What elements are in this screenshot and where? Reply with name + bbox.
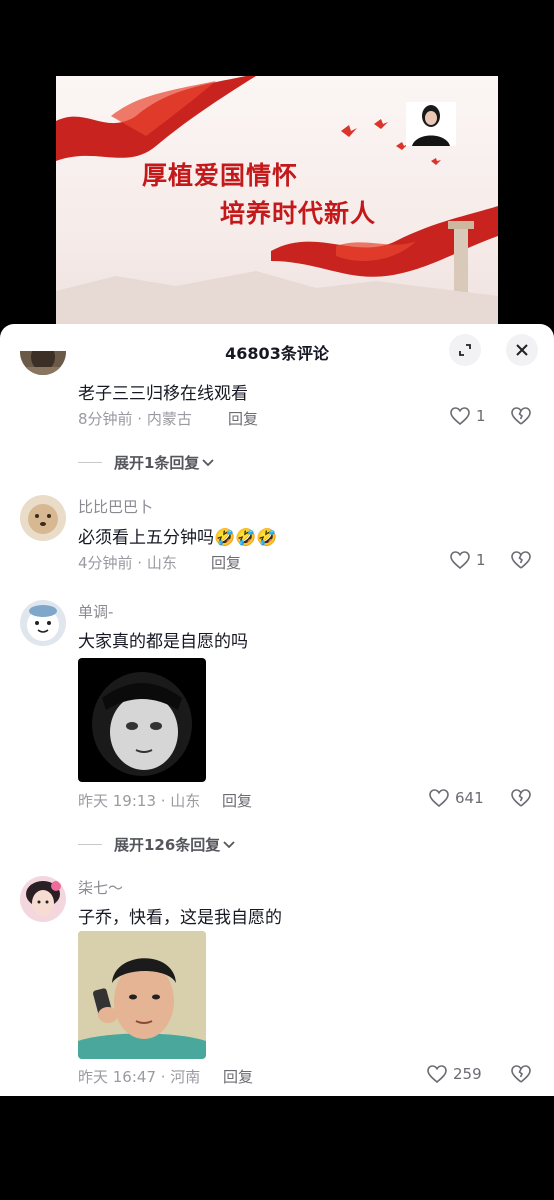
close-icon: [516, 344, 528, 356]
like-count: 259: [453, 1065, 482, 1083]
slide-title-line1: 厚植爱国情怀: [142, 161, 299, 190]
expand-replies[interactable]: 展开126条回复: [78, 834, 236, 855]
avatar[interactable]: [20, 495, 66, 541]
broken-heart-icon: [511, 551, 531, 569]
video-player[interactable]: 厚植爱国情怀 培养时代新人: [56, 76, 498, 326]
username[interactable]: 比比巴巴卜: [78, 496, 153, 517]
heart-icon: [429, 789, 449, 807]
comment-sheet: 46803条评论 老子三三归移在线观看 8分钟前 · 内蒙古 回复 1 展开1条…: [0, 324, 554, 1096]
comment-meta: 昨天 16:47 · 河南: [78, 1068, 201, 1086]
reply-button[interactable]: 回复: [228, 408, 258, 429]
divider: [78, 844, 102, 845]
heart-icon: [450, 407, 470, 425]
divider: [78, 462, 102, 463]
like-button[interactable]: 1: [450, 407, 486, 425]
comment-image[interactable]: [78, 931, 206, 1059]
comment-text: 必须看上五分钟吗🤣🤣🤣: [78, 528, 278, 548]
comment-text: 大家真的都是自愿的吗: [78, 632, 248, 652]
avatar[interactable]: [20, 600, 66, 646]
reply-button[interactable]: 回复: [222, 790, 252, 811]
comment-meta: 4分钟前 · 山东: [78, 554, 177, 572]
broken-heart-icon: [511, 1065, 531, 1083]
close-button[interactable]: [506, 334, 538, 366]
dislike-button[interactable]: [511, 407, 531, 429]
expand-button[interactable]: [449, 334, 481, 366]
like-button[interactable]: 641: [429, 789, 484, 807]
slide-title-line2: 培养时代新人: [220, 199, 377, 228]
comment-meta: 8分钟前 · 内蒙古: [78, 410, 192, 428]
username[interactable]: 柒七～: [78, 877, 123, 898]
comment-image[interactable]: [78, 658, 206, 782]
expand-replies-label: 展开1条回复: [114, 454, 200, 472]
dislike-button[interactable]: [511, 551, 531, 573]
comment-text: 老子三三归移在线观看: [78, 384, 248, 404]
reply-button[interactable]: 回复: [211, 552, 241, 573]
like-button[interactable]: 259: [427, 1065, 482, 1083]
like-count: 1: [476, 551, 486, 569]
comment-meta: 昨天 19:13 · 山东: [78, 792, 201, 810]
expand-replies-label: 展开126条回复: [114, 836, 221, 854]
avatar[interactable]: [20, 876, 66, 922]
like-count: 641: [455, 789, 484, 807]
expand-replies[interactable]: 展开1条回复: [78, 452, 215, 473]
like-button[interactable]: 1: [450, 551, 486, 569]
reply-button[interactable]: 回复: [223, 1066, 253, 1087]
expand-icon: [459, 344, 471, 356]
avatar[interactable]: [20, 351, 66, 375]
dislike-button[interactable]: [511, 1065, 531, 1087]
broken-heart-icon: [511, 407, 531, 425]
heart-icon: [427, 1065, 447, 1083]
chevron-down-icon: [202, 458, 215, 466]
broken-heart-icon: [511, 789, 531, 807]
heart-icon: [450, 551, 470, 569]
comment-text: 子乔，快看，这是我自愿的: [78, 908, 282, 928]
like-count: 1: [476, 407, 486, 425]
presenter-thumbnail: [406, 102, 456, 146]
username[interactable]: 单调-: [78, 601, 113, 622]
chevron-down-icon: [223, 840, 235, 848]
dislike-button[interactable]: [511, 789, 531, 811]
